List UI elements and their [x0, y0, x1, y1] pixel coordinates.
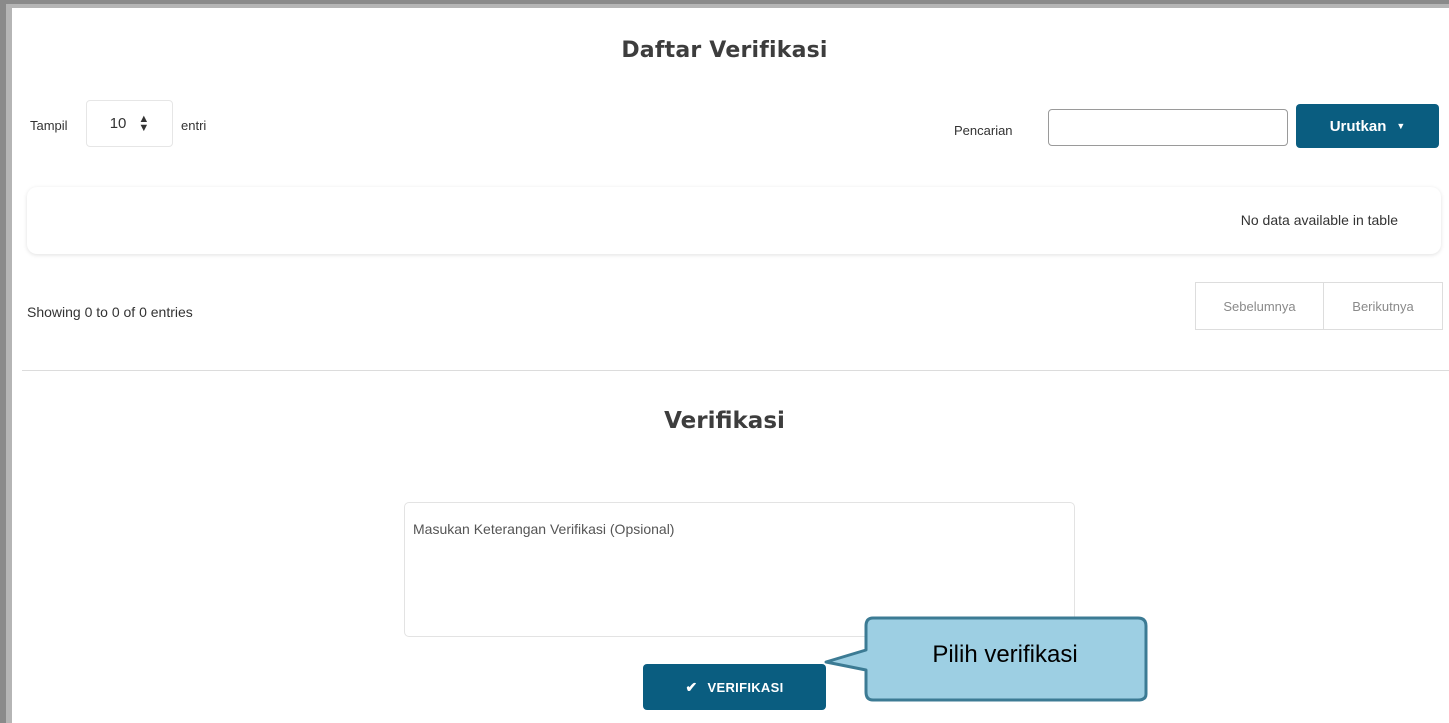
- length-suffix-label: entri: [181, 118, 207, 133]
- sort-button[interactable]: Urutkan ▼: [1296, 104, 1439, 148]
- sort-button-label: Urutkan: [1329, 117, 1387, 135]
- verify-button[interactable]: ✔ VERIFIKASI: [643, 664, 826, 710]
- page-title: Daftar Verifikasi: [621, 38, 828, 63]
- empty-table-message: No data available in table: [1240, 212, 1398, 228]
- search-label: Pencarian: [954, 123, 1013, 138]
- search-input[interactable]: [1048, 109, 1288, 146]
- table-info: Showing 0 to 0 of 0 entries: [27, 304, 193, 320]
- entries-per-page-select[interactable]: 10 ▲ ▼: [86, 100, 173, 147]
- caret-down-icon: ▼: [1396, 121, 1406, 131]
- prev-page-button[interactable]: Sebelumnya: [1196, 283, 1324, 329]
- next-page-button[interactable]: Berikutnya: [1324, 283, 1443, 329]
- section-divider: [22, 370, 1449, 371]
- pagination: Sebelumnya Berikutnya: [1195, 282, 1443, 330]
- updown-icon: ▲ ▼: [138, 112, 150, 134]
- data-table: No data available in table: [27, 187, 1441, 254]
- length-prefix-label: Tampil: [30, 118, 68, 133]
- check-icon: ✔: [685, 678, 698, 695]
- verification-title: Verifikasi: [664, 408, 785, 434]
- verify-button-label: VERIFIKASI: [707, 679, 784, 695]
- entries-per-page-value: 10: [109, 115, 127, 132]
- callout-text: Pilih verifikasi: [932, 641, 1078, 668]
